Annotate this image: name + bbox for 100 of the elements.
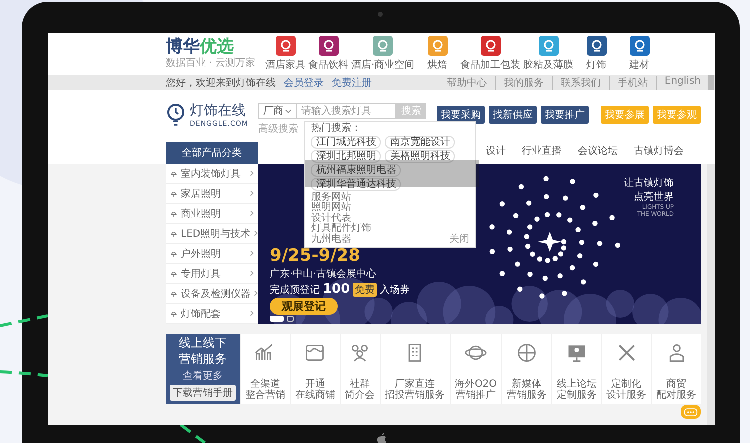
service-label: 简介会 xyxy=(345,390,376,401)
slogan-text: 让古镇灯饰 xyxy=(624,176,674,190)
service-tile[interactable]: 开通 在线商铺 xyxy=(290,334,340,404)
dashed-curve xyxy=(0,370,48,378)
service-label: 线上论坛 xyxy=(556,379,597,390)
top-link[interactable]: 会员登录 xyxy=(284,76,324,90)
category-link[interactable]: 食品饮料 xyxy=(308,36,349,72)
nav-link[interactable]: 行业直播 xyxy=(522,144,562,164)
scope-select[interactable]: 厂商 xyxy=(258,103,296,119)
chevron-icon xyxy=(250,210,254,217)
emblem-icon xyxy=(376,433,386,443)
service-label: 新媒体 xyxy=(512,379,542,390)
free-badge: 免费 xyxy=(353,282,378,296)
exhibition-dates: 9/25-9/28 xyxy=(270,248,362,265)
category-link[interactable]: 胶粘及薄膜 xyxy=(524,36,574,72)
more-link[interactable]: 查看更多 xyxy=(183,368,223,383)
tray-icon xyxy=(304,342,326,364)
hot-search-tag[interactable]: 江门城光科技 xyxy=(311,136,382,148)
site-name: 灯饰在线 xyxy=(190,102,247,120)
service-tile[interactable]: 定制化 设计服务 xyxy=(601,334,652,404)
category-link[interactable]: 酒店·商业空间 xyxy=(352,36,415,72)
tagline: 数据百业 · 云测万家 xyxy=(166,56,256,70)
service-label: 营销推广 xyxy=(456,390,496,401)
service-label: 设计服务 xyxy=(606,390,647,401)
offer-text: 完成预登记 xyxy=(270,284,320,296)
suggestion-item[interactable]: 九州电器 xyxy=(311,234,352,245)
service-label: 海外O2O xyxy=(454,379,498,390)
site-logo[interactable]: 博华优选 xyxy=(166,38,256,56)
download-button[interactable]: 下载营销手册 xyxy=(170,384,236,401)
slogan-text: 点亮世界 xyxy=(633,190,674,204)
service-tile[interactable]: 全渠道 整合营销 xyxy=(240,334,290,404)
hot-search-tag[interactable]: 深圳北邦照明 xyxy=(311,150,382,162)
chevron-icon xyxy=(250,190,254,197)
action-button[interactable]: 找新供应 xyxy=(489,106,537,124)
suggestion-item[interactable]: 服务网站 xyxy=(311,192,352,203)
venue-text: 广东·中山·古镇会展中心 xyxy=(270,268,378,281)
hot-search-tag[interactable]: 南京宽能设计 xyxy=(385,136,456,148)
category-link[interactable]: 建材 xyxy=(620,36,660,72)
lamp-icon xyxy=(170,210,178,218)
service-tile[interactable]: 新媒体 营销服务 xyxy=(501,334,552,404)
services-title: 营销服务 xyxy=(179,353,227,367)
service-tile[interactable]: 商贸 配对服务 xyxy=(651,334,701,404)
service-label: 整合营销 xyxy=(245,390,286,401)
lamp-icon xyxy=(170,290,178,298)
category-link[interactable]: 灯饰 xyxy=(576,36,617,72)
services-title: 线上线下 xyxy=(179,337,227,351)
camera-dot xyxy=(378,12,383,17)
lamp-icon xyxy=(170,170,178,178)
service-tile[interactable]: 线上论坛 定制服务 xyxy=(551,334,602,404)
service-label: 开通 xyxy=(305,379,326,390)
bulb-icon xyxy=(166,103,186,127)
lamp-icon xyxy=(170,310,178,318)
chevron-icon xyxy=(250,310,254,317)
category-link[interactable]: 烘焙 xyxy=(418,36,458,72)
service-label: 定制化 xyxy=(612,379,642,390)
service-label: 社群 xyxy=(350,379,370,390)
service-tile[interactable]: 海外O2O 营销推广 xyxy=(450,334,502,404)
chevron-icon xyxy=(254,290,258,297)
pie-chart-icon xyxy=(516,342,538,364)
service-label: 厂家直连 xyxy=(395,379,436,390)
chevron-icon xyxy=(250,170,254,177)
service-tile[interactable]: 社群 简介会 xyxy=(340,334,380,404)
dashed-curve xyxy=(0,314,48,328)
service-label: 招投营销服务 xyxy=(385,390,446,401)
lamp-icon xyxy=(170,230,178,238)
action-button[interactable]: 我要推广 xyxy=(541,106,589,124)
register-button[interactable]: 观展登记 xyxy=(270,298,338,315)
service-label: 在线商铺 xyxy=(295,390,336,401)
service-label: 定制服务 xyxy=(556,390,597,401)
nav-link[interactable]: 设计 xyxy=(486,144,506,164)
service-label: 全渠道 xyxy=(250,379,280,390)
suggestion-item[interactable]: 照明网站 xyxy=(311,203,352,214)
top-link[interactable]: 免费注册 xyxy=(332,76,372,90)
lamp-icon xyxy=(170,270,178,278)
service-label: 配对服务 xyxy=(656,390,697,401)
nav-link[interactable]: 会议论坛 xyxy=(578,144,618,164)
dashed-curve xyxy=(180,424,206,443)
hot-search-tag[interactable]: 杭州福康照明电器 xyxy=(311,164,402,176)
category-menu-header: 全部产品分类 xyxy=(166,142,258,164)
lamp-icon xyxy=(170,250,178,258)
chevron-icon xyxy=(250,270,254,277)
hot-search-tag[interactable]: 深圳华普通达科技 xyxy=(311,178,402,190)
search-field[interactable]: 请输入搜索灯具 xyxy=(296,103,396,119)
chevron-icon xyxy=(254,230,258,237)
suggestion-item[interactable]: 设计代表 xyxy=(311,214,352,224)
service-tile[interactable]: 厂家直连 招投营销服务 xyxy=(380,334,450,404)
suggestion-item[interactable]: 灯具配件灯饰 xyxy=(311,224,372,234)
dropdown-heading: 热门搜索： xyxy=(311,124,362,134)
chat-icon xyxy=(684,408,698,416)
ticket-note: 入场券 xyxy=(380,284,410,296)
caret-icon xyxy=(285,108,292,114)
greeting-text: 您好，欢迎来到灯饰在线 xyxy=(166,76,276,90)
chevron-icon xyxy=(250,250,254,257)
amount-text: 100 xyxy=(323,282,350,297)
category-link[interactable]: 食品加工包装 xyxy=(460,36,521,72)
nav-link[interactable]: 古镇灯博会 xyxy=(634,144,684,164)
hot-search-tag[interactable]: 美格照明科技 xyxy=(385,150,456,162)
service-label: 商贸 xyxy=(666,379,687,390)
category-link[interactable]: 酒店家具 xyxy=(266,36,306,72)
lamp-icon xyxy=(170,190,178,198)
